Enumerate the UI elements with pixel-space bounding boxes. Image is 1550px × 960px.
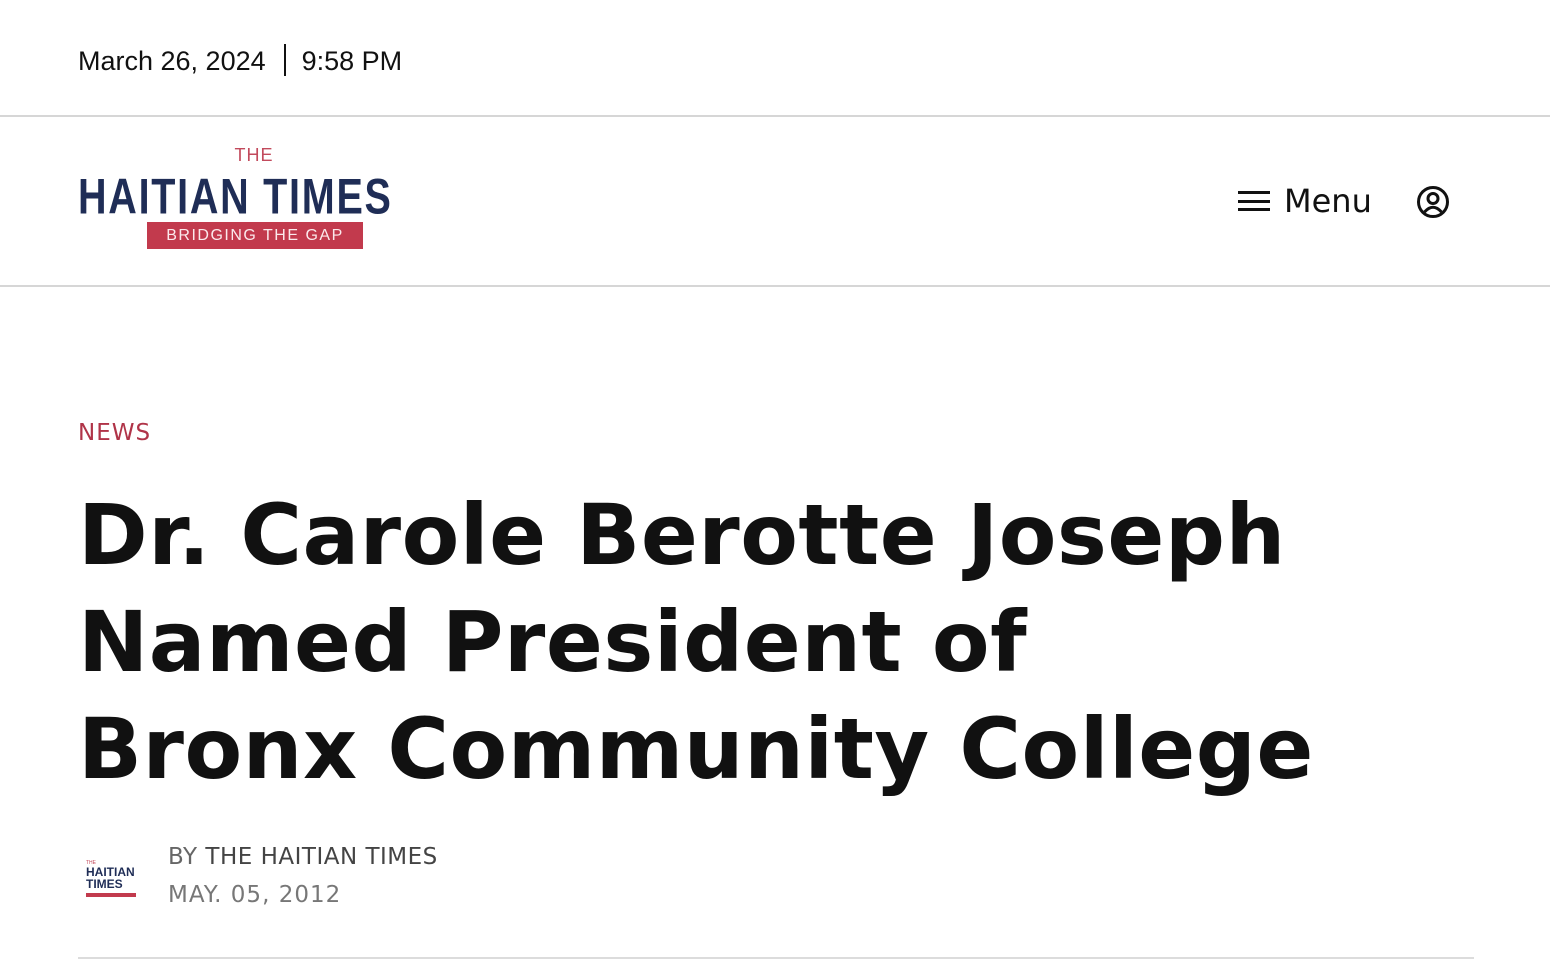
byline-author-line: BY THE HAITIAN TIMES: [168, 844, 438, 870]
publish-date: MAY. 05, 2012: [168, 882, 342, 908]
byline-divider: [78, 957, 1474, 959]
top-bar: March 26, 2024 9:58 PM: [0, 0, 1550, 117]
site-header: THE HAITIAN TIMES BRIDGING THE GAP Menu: [0, 117, 1550, 287]
avatar-logo: THE HAITIAN TIMES: [86, 860, 140, 897]
author-avatar[interactable]: THE HAITIAN TIMES: [78, 846, 148, 908]
menu-button[interactable]: Menu: [1238, 179, 1372, 223]
byline-prefix: BY: [168, 844, 198, 870]
user-circle-icon: [1417, 186, 1449, 218]
logo-tagline: BRIDGING THE GAP: [147, 222, 363, 249]
current-datetime: March 26, 2024 9:58 PM: [78, 44, 402, 77]
logo-name-text: HAITIAN TIMES: [78, 168, 393, 225]
account-button[interactable]: [1416, 185, 1450, 219]
logo-the-text: THE: [234, 145, 274, 165]
article-headline: Dr. Carole Berotte Joseph Named Presiden…: [78, 486, 1314, 798]
avatar-logo-bar: [86, 893, 136, 897]
hamburger-menu-icon: [1238, 189, 1270, 213]
site-logo[interactable]: THE HAITIAN TIMES BRIDGING THE GAP: [78, 145, 430, 251]
datetime-separator: [283, 44, 286, 76]
article-category[interactable]: NEWS: [78, 420, 151, 446]
current-date: March 26, 2024: [78, 46, 266, 76]
current-time: 9:58 PM: [301, 46, 403, 76]
article-byline: THE HAITIAN TIMES BY THE HAITIAN TIMES M…: [78, 840, 1474, 960]
avatar-logo-times: TIMES: [86, 877, 123, 891]
author-link[interactable]: THE HAITIAN TIMES: [205, 844, 437, 870]
menu-label: Menu: [1284, 182, 1372, 220]
